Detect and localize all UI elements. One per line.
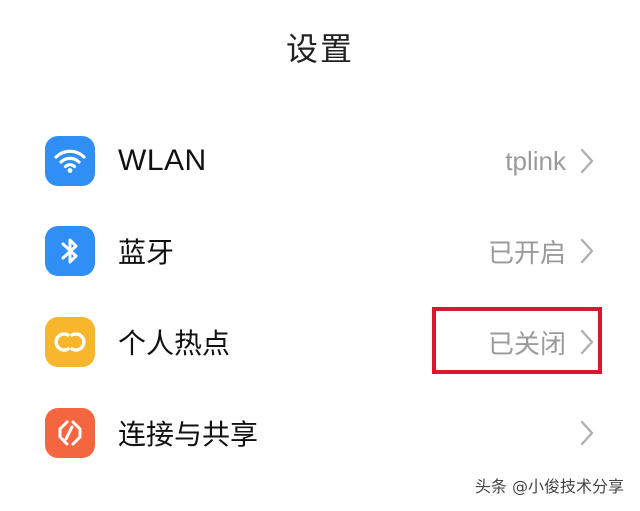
page-title: 设置	[285, 30, 354, 68]
settings-item-wlan[interactable]: WLAN tplink	[0, 121, 640, 201]
settings-item-label: 个人热点	[118, 327, 231, 360]
watermark: 头条 @小俊技术分享	[474, 477, 624, 496]
highlight-annotation	[432, 307, 602, 374]
chevron-right-icon	[580, 148, 594, 174]
chevron-right-icon	[580, 420, 594, 446]
settings-item-label: 连接与共享	[118, 418, 259, 451]
wifi-icon	[45, 136, 95, 186]
chevron-right-icon	[580, 238, 594, 264]
settings-item-label: 蓝牙	[118, 236, 175, 269]
connection-sharing-icon	[45, 408, 95, 458]
settings-screen: 设置 WLAN tplink 蓝牙 已开启 个人热点 已关闭 连接与共享 头条 …	[0, 0, 640, 511]
settings-item-bluetooth[interactable]: 蓝牙 已开启	[0, 211, 640, 291]
bluetooth-icon	[45, 226, 95, 276]
settings-item-connection-sharing[interactable]: 连接与共享	[0, 393, 640, 473]
settings-item-label: WLAN	[118, 144, 207, 177]
hotspot-icon	[45, 317, 95, 367]
settings-item-value: tplink	[505, 145, 566, 176]
settings-item-value: 已开启	[487, 238, 566, 269]
